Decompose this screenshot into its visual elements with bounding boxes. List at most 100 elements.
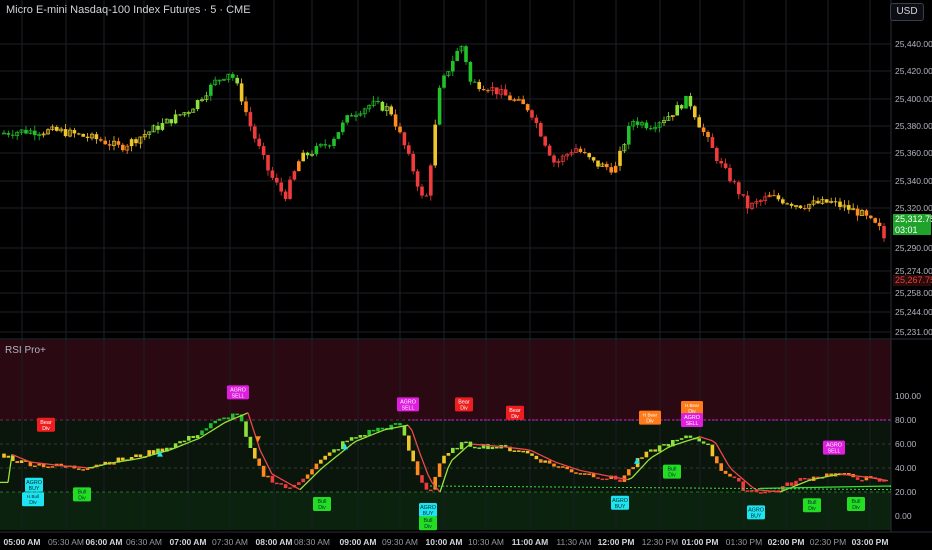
- candle-body: [156, 125, 160, 130]
- rsi-bar: [182, 440, 187, 443]
- candle-body: [6, 133, 11, 135]
- rsi-bar: [530, 453, 534, 456]
- candle-body: [706, 132, 710, 138]
- signal-label-text: H.Bear: [643, 413, 658, 418]
- rsi-bar: [600, 478, 605, 481]
- rsi-tick-label: 20.00: [895, 487, 917, 497]
- candle-body: [776, 195, 781, 200]
- signal-label-text: Div: [460, 405, 468, 411]
- time-tick-label: 01:00 PM: [682, 537, 719, 547]
- signal-label-text: Div: [668, 473, 676, 479]
- signal-label: H.BearDiv: [681, 401, 703, 415]
- candle-body: [424, 195, 429, 197]
- rsi-bar: [248, 436, 253, 448]
- rsi-bar: [283, 484, 288, 489]
- candle-body: [345, 115, 349, 123]
- candle-body: [882, 225, 886, 239]
- signal-label: AGROSELL: [397, 397, 419, 412]
- rsi-bar: [50, 466, 55, 468]
- rsi-signal-segment: [611, 476, 617, 479]
- candle-body: [33, 130, 37, 136]
- rsi-bar: [591, 473, 596, 478]
- chart-canvas[interactable]: 25,440.00 25,420.00 25,400.00 25,380.00 25,3…: [0, 0, 932, 550]
- rsi-bar: [261, 465, 266, 477]
- rsi-bar: [446, 453, 451, 456]
- candle-body: [873, 218, 877, 223]
- rsi-bar: [741, 481, 745, 491]
- candle-body: [816, 200, 820, 204]
- rsi-signal-segment: [591, 472, 597, 475]
- rsi-bar: [222, 417, 226, 419]
- rsi-bar: [561, 466, 565, 468]
- rsi-bar: [745, 490, 750, 492]
- candle-body: [468, 62, 473, 82]
- rsi-bar: [697, 438, 701, 442]
- candle-body: [781, 199, 785, 204]
- rsi-bar: [209, 423, 213, 429]
- candle-body: [688, 95, 693, 107]
- signal-label-text: SELL: [402, 405, 415, 411]
- candle-body: [693, 106, 697, 118]
- candle-body: [429, 165, 433, 196]
- candle-body: [869, 215, 873, 219]
- candle-body: [772, 195, 776, 197]
- rsi-bar: [424, 482, 429, 490]
- rsi-bar: [666, 444, 671, 447]
- rsi-bar: [244, 421, 248, 437]
- rsi-bar: [33, 465, 37, 468]
- candle-body: [825, 199, 829, 203]
- rsi-bar: [77, 468, 81, 470]
- rsi-bar: [200, 430, 204, 436]
- candle-body: [675, 105, 679, 116]
- price-tick-label: 25,380.00: [895, 121, 932, 131]
- candle-body: [503, 89, 508, 96]
- time-tick-label: 06:30 AM: [126, 537, 162, 547]
- currency-button[interactable]: USD: [890, 3, 924, 21]
- candle-body: [231, 74, 235, 78]
- rsi-signal-segment: [599, 473, 605, 476]
- rsi-tick-label: 100.00: [895, 391, 921, 401]
- rsi-bar: [596, 477, 600, 479]
- time-tick-label: 07:00 AM: [169, 537, 206, 547]
- candle-body: [389, 106, 393, 115]
- candle-body: [55, 126, 59, 131]
- signal-label-text: Div: [29, 500, 37, 506]
- rsi-signal-segment: [123, 459, 129, 462]
- rsi-bar: [565, 466, 569, 470]
- rsi-bar: [411, 450, 415, 462]
- rsi-bar: [798, 477, 803, 481]
- candle-body: [596, 160, 600, 167]
- signal-label: BearDiv: [506, 405, 524, 420]
- candle-body: [737, 182, 741, 195]
- rsi-bar: [213, 420, 217, 424]
- rsi-signal-segment: [131, 458, 137, 461]
- rsi-bar: [649, 449, 653, 452]
- rsi-bar: [345, 440, 349, 443]
- candle-body: [253, 126, 257, 139]
- rsi-signal-segment: [395, 426, 401, 429]
- rsi-bar: [195, 435, 200, 438]
- rsi-signal-segment: [623, 478, 629, 481]
- rsi-bar: [393, 423, 398, 425]
- signal-label-text: SELL: [232, 393, 245, 399]
- marker-price-label: 25,267.75: [893, 275, 932, 286]
- indicator-title[interactable]: RSI Pro+: [5, 345, 46, 356]
- candle-body: [785, 203, 789, 205]
- signal-label: AGROBUY: [25, 477, 43, 492]
- rsi-signal-segment: [827, 474, 833, 478]
- rsi-signal-segment: [403, 424, 409, 427]
- rsi-bar: [855, 477, 860, 480]
- signal-label: AGROSELL: [681, 413, 703, 427]
- rsi-bar: [46, 466, 50, 468]
- signal-label: H.BullDiv: [22, 492, 44, 507]
- candle-body: [341, 122, 345, 133]
- rsi-bar: [187, 435, 191, 441]
- signal-label: BullDiv: [313, 497, 331, 511]
- rsi-signal-segment: [615, 476, 621, 479]
- rsi-bar: [6, 455, 11, 458]
- candle-body: [644, 122, 649, 129]
- rsi-bar: [569, 469, 574, 473]
- rsi-bar: [640, 457, 644, 459]
- candle-body: [635, 121, 640, 125]
- time-tick-label: 07:30 AM: [212, 537, 248, 547]
